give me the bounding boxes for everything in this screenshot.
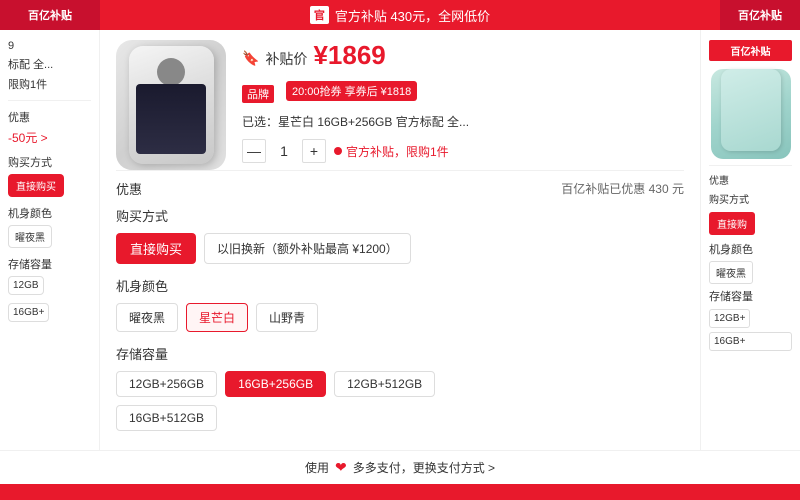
storage-options-row1: 12GB+256GB 16GB+256GB 12GB+512GB [116,371,684,397]
phone-camera [157,58,185,86]
center-panel: 🔖 补贴价 ¥1869 品牌 20:00抢券 享券后 ¥1818 已选：星芒白 … [100,30,700,450]
qty-minus-button[interactable]: — [242,139,266,163]
qty-value: 1 [274,143,294,159]
right-storage-opt2[interactable]: 16GB+ [709,332,792,351]
storage-16-256[interactable]: 16GB+256GB [225,371,326,397]
left-storage-option[interactable]: 12GB [8,276,44,295]
color-label: 机身颜色 [116,276,684,295]
phone-screen [136,84,206,154]
storage-section: 存储容量 12GB+256GB 16GB+256GB 12GB+512GB 16… [116,344,684,431]
phone-body [129,46,214,164]
color-section: 机身颜色 曜夜黑 星芒白 山野青 [116,276,684,332]
selection-text: 已选：星芒白 16GB+256GB 官方标配 全... [242,113,684,131]
right-direct-buy-button[interactable]: 直接购 [709,212,755,235]
price-label: 补贴价 [265,49,307,69]
banner-official-icon: 官 [310,6,329,24]
right-panel: 百亿补贴 优惠 购买方式 直接购 机身颜色 曜夜黑 存储容量 12GB+ 16G… [700,30,800,450]
banner-right-logo: 百亿补贴 [720,0,800,30]
subsidy-badge-row: 🔖 补贴价 ¥1869 [242,40,684,77]
bottom-cta-button[interactable]: 立即支付 ¥1869 [0,484,800,500]
left-partial-number: 9 [8,40,91,52]
page-wrapper: 百亿补贴 官 官方补贴 430元，全网低价 百亿补贴 9 标配 全... 限购1… [0,0,800,500]
right-color-option[interactable]: 曜夜黑 [709,261,753,284]
subsidy-dot [334,147,342,155]
payment-method-text[interactable]: 多多支付，更换支付方式 > [353,459,495,476]
color-option-white[interactable]: 星芒白 [186,303,248,332]
quantity-row: — 1 + 官方补贴，限购1件 [242,139,684,163]
subsidy-text: 官方补贴，限购1件 [346,143,449,160]
color-options: 曜夜黑 星芒白 山野青 [116,303,684,332]
right-banner: 百亿补贴 [709,40,792,61]
banner-left-logo: 百亿补贴 [0,0,100,30]
left-storage-option2[interactable]: 16GB+ [8,303,49,322]
color-option-black[interactable]: 曜夜黑 [116,303,178,332]
banner-left-label: 百亿补贴 [28,7,72,23]
purchase-buttons: 直接购买 以旧换新（额外补贴最高 ¥1200） [116,233,684,264]
qty-plus-button[interactable]: + [302,139,326,163]
left-direct-buy-button[interactable]: 直接购买 [8,174,64,197]
right-storage-label: 存储容量 [709,288,792,304]
left-panel: 9 标配 全... 限购1件 优惠 -50元 > 购买方式 直接购买 机身颜色 … [0,30,100,450]
left-discount[interactable]: -50元 > [8,129,91,146]
brand-tag: 品牌 [242,85,274,103]
trade-in-button[interactable]: 以旧换新（额外补贴最高 ¥1200） [204,233,411,264]
right-storage-opt[interactable]: 12GB+ [709,309,750,328]
right-phone-body [721,69,781,151]
right-color-label: 机身颜色 [709,241,792,257]
payment-row: 使用 ❤ 多多支付，更换支付方式 > [0,450,800,484]
banner-center-text: 官方补贴 430元，全网低价 [335,6,490,25]
main-price: ¥1869 [313,40,385,71]
product-image [116,40,226,170]
storage-12-512[interactable]: 12GB+512GB [334,371,435,397]
product-image-area: 🔖 补贴价 ¥1869 品牌 20:00抢券 享券后 ¥1818 已选：星芒白 … [116,40,684,170]
heart-icon: ❤ [335,459,347,476]
storage-12-256[interactable]: 12GB+256GB [116,371,217,397]
left-color-option[interactable]: 曜夜黑 [8,225,52,248]
left-partial-limit: 限购1件 [8,76,91,92]
direct-buy-button[interactable]: 直接购买 [116,233,196,264]
storage-16-512[interactable]: 16GB+512GB [116,405,217,431]
color-option-green[interactable]: 山野青 [256,303,318,332]
purchase-section: 购买方式 直接购买 以旧换新（额外补贴最高 ¥1200） [116,206,684,264]
main-content: 9 标配 全... 限购1件 优惠 -50元 > 购买方式 直接购买 机身颜色 … [0,30,800,450]
coupon-badge[interactable]: 20:00抢券 享券后 ¥1818 [286,81,417,101]
discount-row: 优惠 百亿补贴已优惠 430 元 [116,170,684,206]
purchase-label: 购买方式 [116,206,684,225]
right-phone-image [711,69,791,159]
subsidy-icon: 🔖 [242,50,259,67]
official-subsidy: 官方补贴，限购1件 [334,143,449,160]
left-partial-config: 标配 全... [8,56,91,72]
banner-right-label: 百亿补贴 [738,7,782,23]
discount-value: 百亿补贴已优惠 430 元 [561,180,684,197]
storage-label: 存储容量 [116,344,684,363]
price-section: 🔖 补贴价 ¥1869 品牌 20:00抢券 享券后 ¥1818 已选：星芒白 … [242,40,684,167]
top-banner: 百亿补贴 官 官方补贴 430元，全网低价 百亿补贴 [0,0,800,30]
banner-center: 官 官方补贴 430元，全网低价 [310,6,490,25]
discount-label: 优惠 [116,179,142,198]
payment-use-text: 使用 [305,459,329,476]
storage-options-row2: 16GB+512GB [116,405,684,431]
